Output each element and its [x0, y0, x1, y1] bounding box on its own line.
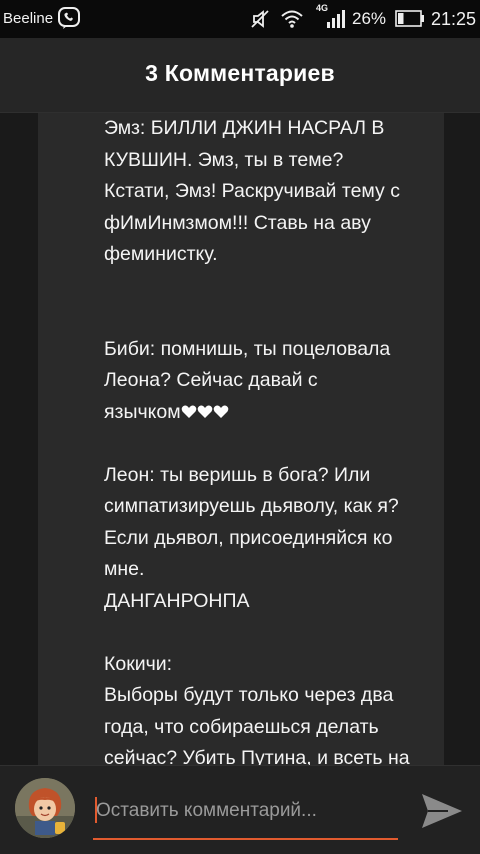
comment-line: симпатизируешь дьяволу, как я?	[104, 491, 454, 523]
comment-line-text: Если дьявол, присоединяйся ко	[104, 526, 393, 549]
comment-line-text: сейчас? Убить Путина, и всеть на	[104, 747, 410, 765]
screen: Beeline 4G 26% 21:25 3 Комментариев Эмз:…	[0, 0, 480, 854]
comment-line: года, что собираешься делать	[104, 712, 454, 744]
send-icon[interactable]	[418, 790, 466, 832]
mute-icon	[251, 10, 269, 28]
comment-blank-line	[104, 617, 454, 649]
comment-body: Эмз: БИЛЛИ ДЖИН НАСРАЛ В КУВШИН. Эмз, ты …	[104, 113, 454, 765]
comment-line-text: Эмз: БИЛЛИ ДЖИН НАСРАЛ В	[104, 117, 385, 139]
heart-icon	[197, 405, 212, 418]
comment-line-text: фИмИнмзмом!!! Ставь на аву	[104, 211, 371, 234]
comment-input[interactable]	[96, 796, 396, 826]
comment-line: Если дьявол, присоединяйся ко	[104, 523, 454, 555]
comment-line-text: симпатизируешь дьяволу, как я?	[104, 495, 399, 517]
viber-icon	[58, 7, 80, 29]
comment-input-wrapper	[93, 788, 398, 840]
comment-line-text: Леона? Сейчас давай с	[104, 369, 318, 391]
comment-line: КУВШИН. Эмз, ты в теме?	[104, 145, 454, 177]
battery-percent: 26%	[352, 9, 387, 28]
comment-line-text: ДАНГАНРОНПА	[104, 589, 250, 612]
comment-blank-line	[104, 302, 454, 334]
signal-icon	[327, 10, 345, 28]
heart-icon	[181, 405, 196, 418]
comment-line: Эмз: БИЛЛИ ДЖИН НАСРАЛ В	[104, 113, 454, 145]
comment-line: феминистку.	[104, 239, 454, 271]
comment-line: Леон: ты веришь в бога? Или	[104, 460, 454, 492]
comment-composer	[0, 765, 480, 854]
comment-line: язычком	[104, 397, 454, 429]
comment-line: Биби: помнишь, ты поцеловала	[104, 334, 454, 366]
carrier-name: Beeline	[3, 10, 54, 27]
comment-line-text: Выборы будут только через два	[104, 684, 394, 706]
comment-line: фИмИнмзмом!!! Ставь на аву	[104, 208, 454, 240]
app-header: 3 Комментариев	[0, 38, 480, 113]
comment-blank-line	[104, 271, 454, 303]
comment-line-text: феминистку.	[104, 243, 218, 265]
comment-blank-line	[104, 428, 454, 460]
page-title: 3 Комментариев	[145, 60, 335, 86]
comment-line: Выборы будут только через два	[104, 680, 454, 712]
comment-line-text: Кокичи:	[104, 652, 173, 675]
clock: 21:25	[431, 9, 477, 29]
comment-line-text: КУВШИН. Эмз, ты в теме?	[104, 148, 344, 171]
wifi-icon	[281, 10, 303, 28]
user-avatar[interactable]	[15, 778, 75, 838]
comment-line: мне.	[104, 554, 454, 586]
comment-scroll-area[interactable]: Эмз: БИЛЛИ ДЖИН НАСРАЛ В КУВШИН. Эмз, ты …	[0, 113, 480, 765]
comment-line: сейчас? Убить Путина, и всеть на	[104, 743, 454, 765]
battery-icon	[395, 10, 424, 27]
comment-line-text: Биби: помнишь, ты поцеловала	[104, 337, 391, 360]
comment-line-text: года, что собираешься делать	[104, 715, 379, 738]
status-bar: Beeline 4G 26% 21:25	[0, 0, 480, 38]
comment-line: Кокичи:	[104, 649, 454, 681]
comment-line: Кстати, Эмз! Раскручивай тему с	[104, 176, 454, 208]
comment-line-text: Леон: ты веришь в бога? Или	[104, 463, 371, 486]
heart-icon	[213, 405, 228, 418]
avatar-image	[15, 778, 75, 838]
comment-line: Леона? Сейчас давай с	[104, 365, 454, 397]
comment-line: ДАНГАНРОНПА	[104, 586, 454, 618]
comment-line-text: язычком	[104, 400, 181, 423]
comment-line-text: мне.	[104, 558, 145, 580]
comment-line-text: Кстати, Эмз! Раскручивай тему с	[104, 180, 400, 202]
